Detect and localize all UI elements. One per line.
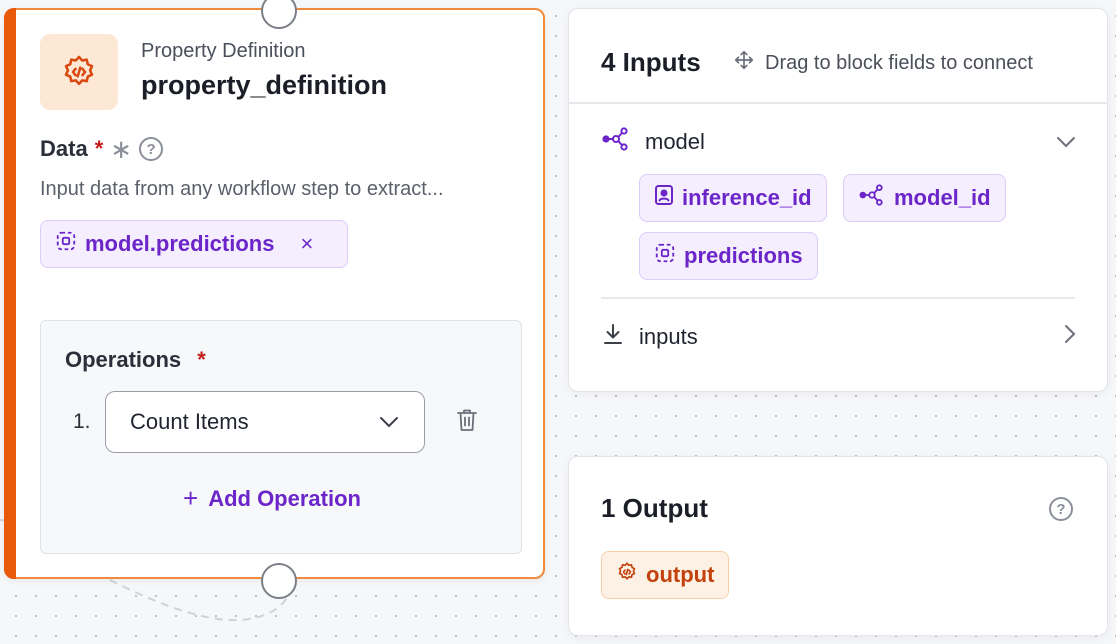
input-group-label: inputs — [639, 324, 698, 349]
download-arrow-icon — [601, 322, 625, 352]
operations-panel: Operations * 1. Count Items + Add Operat… — [40, 320, 522, 554]
output-label: output — [646, 562, 715, 587]
block-card-property-definition[interactable]: Property Definition property_definition … — [4, 0, 545, 599]
chevron-down-icon[interactable] — [1055, 129, 1077, 155]
id-badge-icon — [654, 184, 674, 212]
outputs-title: 1 Output — [601, 493, 708, 523]
input-field-label: inference_id — [682, 185, 812, 210]
inputs-panel: 4 Inputs Drag to block fields to connect… — [568, 8, 1108, 392]
model-graph-icon — [858, 184, 886, 212]
outputs-panel: 1 Output ? output — [568, 456, 1108, 636]
help-icon[interactable]: ? — [139, 137, 164, 161]
input-field-label: model_id — [894, 185, 991, 210]
input-field-label: predictions — [684, 243, 803, 268]
input-group-inputs[interactable]: inputs — [601, 322, 1077, 352]
data-selector-chip[interactable]: model.predictions × — [40, 220, 348, 268]
remove-selector-button[interactable]: × — [300, 231, 313, 257]
drag-hint-text: Drag to block fields to connect — [765, 51, 1033, 74]
operation-index: 1. — [73, 410, 91, 433]
data-field-label: Data * ∗ ? — [40, 134, 164, 164]
divider — [601, 297, 1075, 299]
trash-icon[interactable] — [455, 407, 479, 438]
code-gear-icon — [40, 34, 118, 110]
add-operation-button[interactable]: + Add Operation — [183, 483, 361, 514]
data-selector-value: model.predictions — [85, 231, 275, 256]
required-marker: * — [197, 347, 206, 372]
operations-label-text: Operations — [65, 347, 182, 372]
operations-label: Operations * — [65, 347, 206, 373]
move-icon — [733, 49, 755, 77]
divider — [569, 102, 1107, 104]
code-gear-icon — [616, 561, 638, 589]
input-field-chip[interactable]: predictions — [639, 232, 818, 280]
input-group-label: model — [645, 129, 705, 154]
required-marker: * — [94, 136, 104, 161]
operation-select[interactable]: Count Items — [105, 391, 425, 453]
input-field-chip[interactable]: model_id — [843, 174, 1006, 222]
input-group-model[interactable]: model — [601, 127, 1077, 157]
plus-icon: + — [183, 483, 199, 513]
dashed-box-icon — [55, 230, 77, 258]
chevron-right-icon[interactable] — [1063, 323, 1077, 351]
drag-hint: Drag to block fields to connect — [733, 49, 1033, 77]
operation-select-value: Count Items — [130, 409, 249, 434]
add-operation-label: Add Operation — [208, 485, 361, 511]
output-connection-handle[interactable] — [261, 563, 297, 599]
model-graph-icon — [601, 127, 631, 157]
kind-asterisk-icon: ∗ — [110, 134, 133, 164]
dashed-box-icon — [654, 242, 676, 270]
inputs-title: 4 Inputs — [601, 47, 701, 77]
block-accent-bar — [4, 8, 16, 579]
data-field-description: Input data from any workflow step to ext… — [40, 178, 444, 200]
output-chip[interactable]: output — [601, 551, 730, 599]
data-label-text: Data — [40, 136, 88, 161]
input-field-chip[interactable]: inference_id — [639, 174, 827, 222]
block-type-label: Property Definition — [141, 40, 306, 62]
block-name[interactable]: property_definition — [141, 70, 387, 101]
input-connection-handle[interactable] — [261, 0, 297, 29]
help-icon[interactable]: ? — [1049, 497, 1073, 521]
chevron-down-icon — [378, 409, 400, 435]
